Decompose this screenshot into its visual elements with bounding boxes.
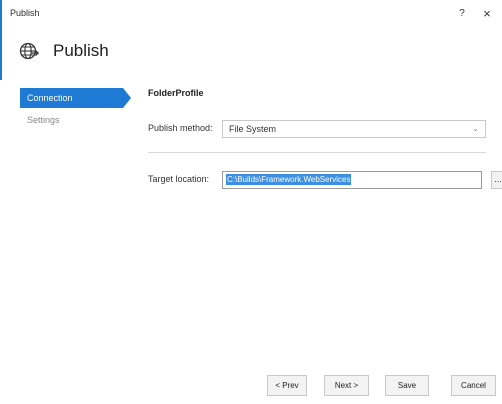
browse-button[interactable]: ... bbox=[491, 171, 502, 189]
sidebar-item-connection[interactable]: Connection bbox=[20, 88, 131, 108]
divider bbox=[148, 152, 486, 153]
target-location-input[interactable]: C:\Builds\Framework.WebServices bbox=[222, 171, 482, 189]
cancel-button[interactable]: Cancel bbox=[451, 375, 496, 396]
globe-arrow-icon bbox=[19, 42, 39, 60]
prev-button[interactable]: < Prev bbox=[267, 375, 307, 396]
target-location-label: Target location: bbox=[148, 174, 210, 184]
dialog-footer: < Prev Next > Save Cancel bbox=[0, 375, 502, 397]
save-button[interactable]: Save bbox=[385, 375, 429, 396]
target-location-value: C:\Builds\Framework.WebServices bbox=[226, 174, 352, 185]
connection-panel: FolderProfile Publish method: File Syste… bbox=[148, 88, 502, 358]
publish-dialog: Publish ? × Publish Connection Settings … bbox=[0, 0, 502, 404]
publish-method-select[interactable]: File System ⌄ bbox=[222, 120, 486, 138]
window-title: Publish bbox=[10, 8, 40, 18]
publish-method-value: File System bbox=[229, 124, 277, 134]
title-bar: Publish ? × bbox=[0, 0, 502, 30]
sidebar-item-settings[interactable]: Settings bbox=[20, 110, 128, 130]
publish-method-label: Publish method: bbox=[148, 123, 213, 133]
profile-name: FolderProfile bbox=[148, 88, 204, 98]
next-button[interactable]: Next > bbox=[324, 375, 369, 396]
chevron-down-icon: ⌄ bbox=[472, 124, 479, 133]
sidebar-nav: Connection Settings bbox=[20, 88, 131, 132]
dialog-header: Publish bbox=[0, 30, 502, 76]
close-button[interactable]: × bbox=[479, 6, 495, 22]
page-title: Publish bbox=[53, 41, 109, 60]
help-button[interactable]: ? bbox=[454, 6, 470, 22]
